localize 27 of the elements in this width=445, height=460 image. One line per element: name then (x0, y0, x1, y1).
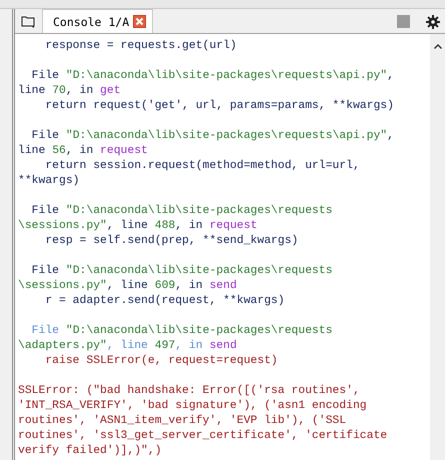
console-line: 'INT_RSA_VERIFY', 'bad signature'), ('asn1 encoding (18, 399, 367, 414)
console-line: resp = self.send(prep, **send_kwargs) (44, 234, 298, 249)
console-line: File "D:\anaconda\lib\site-packages\requests (30, 264, 332, 279)
console-line: \sessions.py", line 609, in send (18, 279, 237, 294)
close-icon[interactable] (133, 15, 146, 28)
console-line: r = adapter.send(request, **kwargs) (44, 294, 285, 309)
console-line: return session.request(method=method, url=url, (44, 159, 360, 174)
console-line: response = requests.get(url) (44, 39, 237, 54)
console-line: File "D:\anaconda\lib\site-packages\requests\api.py", (30, 69, 394, 84)
console-line: verify failed')],)",) (18, 444, 162, 459)
console-line: File "D:\anaconda\lib\site-packages\requests\api.py", (30, 129, 394, 144)
console-line: File "D:\anaconda\lib\site-packages\requests (30, 324, 332, 339)
console-tab[interactable]: Console 1/A (42, 9, 154, 33)
console-line: line 56, in request (18, 144, 148, 159)
console-line: \adapters.py", line 497, in send (18, 339, 237, 354)
console-line: line 70, in get (18, 84, 121, 99)
console-line: routines', 'ASN1_item_verify', 'EVP lib'), ('SSL (18, 414, 346, 429)
console-line: raise SSLError(e, request=request) (44, 354, 278, 369)
console-line: File "D:\anaconda\lib\site-packages\requests (30, 204, 332, 219)
scroll-up-icon[interactable] (434, 44, 442, 49)
console-line: SSLError: ("bad handshake: Error([('rsa routines', (18, 384, 360, 399)
console-line: **kwargs) (18, 174, 80, 189)
console-line: routines', 'ssl3_get_server_certificate', 'certificate (18, 429, 388, 444)
console-line: return request('get', url, params=params, **kwargs) (44, 99, 394, 114)
settings-icon[interactable] (426, 15, 440, 29)
console-line: \sessions.py", line 488, in request (18, 219, 258, 234)
folder-icon[interactable] (21, 15, 36, 28)
